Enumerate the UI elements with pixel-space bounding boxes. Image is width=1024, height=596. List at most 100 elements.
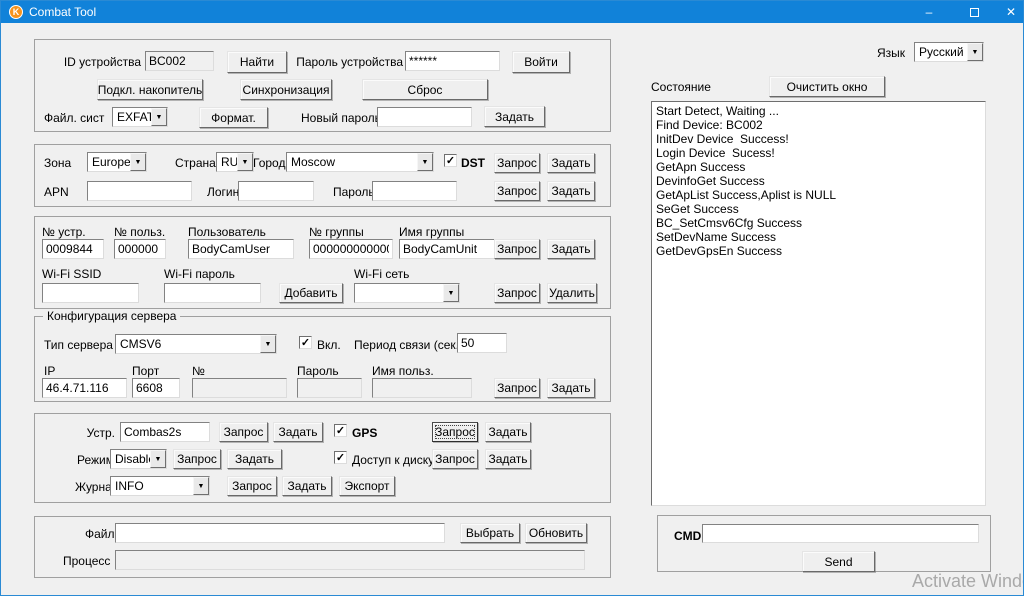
server-enabled-checkbox[interactable]: ✓ [299,336,312,349]
clear-window-button[interactable]: Очистить окно [769,76,885,97]
send-button[interactable]: Send [802,551,875,572]
reset-button[interactable]: Сброс [362,79,488,100]
wifi-ssid-label: Wi-Fi SSID [42,267,101,281]
export-button[interactable]: Экспорт [339,476,395,496]
ip-label: IP [44,364,55,378]
mode-select[interactable]: Disable ▼ [110,449,167,469]
apn-query-button[interactable]: Запрос [494,181,540,201]
dropdown-arrow-icon[interactable]: ▼ [967,43,983,61]
log-line: Login Device Sucess! [656,146,981,160]
server-password-label: Пароль [297,364,339,378]
close-button[interactable]: ✕ [997,1,1024,23]
update-button[interactable]: Обновить [525,523,587,543]
set-password-button[interactable]: Задать [484,106,545,127]
period-input[interactable] [457,333,507,353]
apn-set-button[interactable]: Задать [547,181,595,201]
dropdown-arrow-icon[interactable]: ▼ [417,153,433,171]
sync-button[interactable]: Синхронизация [240,79,332,100]
check-icon: ✓ [301,336,310,349]
city-select[interactable]: Moscow ▼ [286,152,434,172]
choose-file-button[interactable]: Выбрать [460,523,520,543]
filesystem-select[interactable]: EXFAT ▼ [112,107,168,127]
filesystem-value: EXFAT [117,110,154,124]
journal-set-button[interactable]: Задать [282,476,332,496]
gps-checkbox[interactable]: ✓ [334,424,347,437]
mode-set-button[interactable]: Задать [227,449,282,469]
dropdown-arrow-icon[interactable]: ▼ [151,108,167,126]
server-config-group: Конфигурация сервера Тип сервера CMSV6 ▼… [34,316,611,402]
language-select[interactable]: Русский ▼ [914,42,984,62]
app-icon: K [9,5,23,19]
zone-query-button[interactable]: Запрос [494,153,540,173]
mount-storage-button[interactable]: Подкл. накопитель [97,79,203,100]
format-button[interactable]: Формат. [199,107,268,128]
dev-no-label: № устр. [42,225,86,239]
user-no-label: № польз. [114,225,165,239]
cmd-group: CMD: Send [657,515,991,572]
login-button[interactable]: Войти [512,51,570,73]
server-type-label: Тип сервера [44,338,113,352]
maximize-button[interactable] [952,1,997,23]
zone-label: Зона [44,156,71,170]
device-name-input[interactable] [120,422,210,442]
disk-set-button[interactable]: Задать [485,449,531,469]
zone-select[interactable]: Europe ▼ [87,152,147,172]
dropdown-arrow-icon[interactable]: ▼ [260,335,276,353]
gps-query-button[interactable]: Запрос [432,422,478,442]
device-name-set-button[interactable]: Задать [273,422,323,442]
mode-query-button[interactable]: Запрос [173,449,221,469]
disk-query-button[interactable]: Запрос [432,449,478,469]
device-password-input[interactable] [405,51,500,71]
cmd-input[interactable] [702,524,979,543]
country-select[interactable]: RU ▼ [216,152,254,172]
log-line: Start Detect, Waiting ... [656,104,981,118]
apn-input[interactable] [87,181,192,201]
log-line: DevinfoGet Success [656,174,981,188]
gps-set-button[interactable]: Задать [485,422,531,442]
dev-no-input[interactable] [42,239,104,259]
status-log[interactable]: Start Detect, Waiting ...Find Device: BC… [651,101,986,506]
dropdown-arrow-icon[interactable]: ▼ [130,153,146,171]
server-query-button[interactable]: Запрос [494,378,540,398]
user-no-input[interactable] [114,239,166,259]
period-label: Период связи (сек.) [354,338,463,352]
find-button[interactable]: Найти [227,51,287,73]
filesystem-label: Файл. сист [44,111,104,125]
dropdown-arrow-icon[interactable]: ▼ [193,477,209,495]
wifi-net-select[interactable]: ▼ [354,283,460,303]
port-input[interactable] [132,378,180,398]
user-name-input[interactable] [188,239,294,259]
server-set-button[interactable]: Задать [547,378,595,398]
wifi-add-button[interactable]: Добавить [279,283,343,303]
apn-login-label: Логин [207,185,239,199]
user-set-button[interactable]: Задать [547,239,595,259]
journal-select[interactable]: INFO ▼ [110,476,210,496]
new-password-input[interactable] [377,107,472,127]
dst-checkbox[interactable]: ✓ [444,154,457,167]
group-no-input[interactable] [309,239,393,259]
apn-login-input[interactable] [238,181,314,201]
wifi-ssid-input[interactable] [42,283,139,303]
wifi-password-input[interactable] [164,283,261,303]
device-name-query-button[interactable]: Запрос [219,422,268,442]
wifi-query-button[interactable]: Запрос [494,283,540,303]
server-type-select[interactable]: CMSV6 ▼ [115,334,277,354]
minimize-button[interactable]: – [906,1,952,23]
group-name-input[interactable] [399,239,505,259]
zone-set-button[interactable]: Задать [547,153,595,173]
apn-password-input[interactable] [372,181,457,201]
apn-label: APN [44,185,69,199]
dropdown-arrow-icon[interactable]: ▼ [443,284,459,302]
dropdown-arrow-icon[interactable]: ▼ [237,153,253,171]
journal-query-button[interactable]: Запрос [227,476,277,496]
dropdown-arrow-icon[interactable]: ▼ [150,450,166,468]
disk-access-checkbox[interactable]: ✓ [334,451,347,464]
device-password-label: Пароль устройства [295,55,403,69]
file-input[interactable] [115,523,445,543]
user-query-button[interactable]: Запрос [494,239,540,259]
device-id-input[interactable] [145,51,214,71]
log-line: GetApList Success,Aplist is NULL [656,188,981,202]
ip-input[interactable] [42,378,127,398]
apn-password-label: Пароль [333,185,375,199]
wifi-delete-button[interactable]: Удалить [547,283,597,303]
